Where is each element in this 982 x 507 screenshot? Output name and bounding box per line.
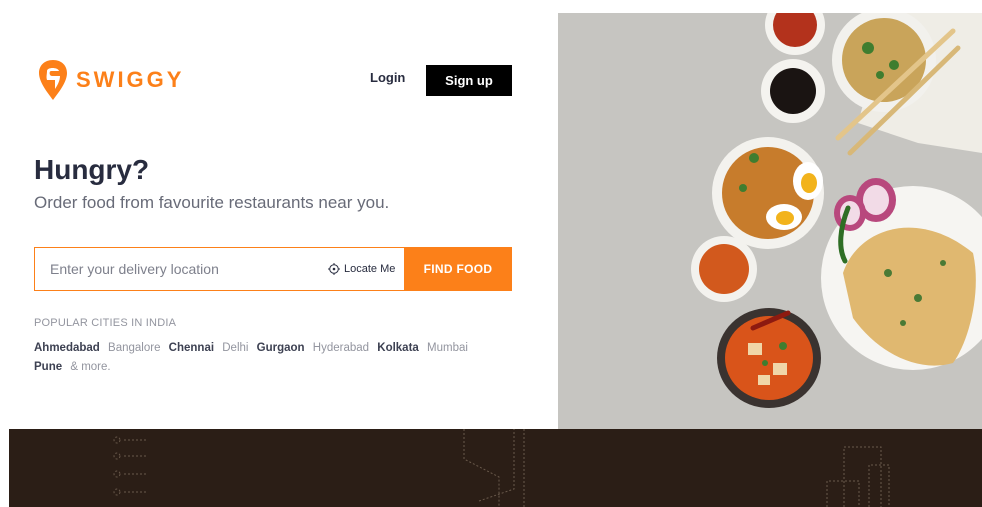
more-cities-link[interactable]: & more.: [70, 361, 110, 373]
hero-section: SWIGGY Login Sign up Hungry? Order food …: [0, 0, 558, 429]
swiggy-logo[interactable]: SWIGGY: [38, 59, 184, 101]
login-link[interactable]: Login: [370, 70, 405, 85]
popular-cities-list: Ahmedabad Bangalore Chennai Delhi Gurgao…: [34, 339, 474, 377]
city-link-delhi[interactable]: Delhi: [222, 342, 248, 354]
city-link-mumbai[interactable]: Mumbai: [427, 342, 468, 354]
footer-line-art: [113, 429, 890, 507]
city-link-kolkata[interactable]: Kolkata: [377, 342, 419, 354]
swiggy-logo-icon: [39, 60, 67, 100]
brand-name: SWIGGY: [76, 67, 185, 92]
signup-button[interactable]: Sign up: [426, 65, 512, 96]
locate-me-button[interactable]: Locate Me: [328, 263, 395, 275]
city-link-pune[interactable]: Pune: [34, 361, 62, 373]
city-link-ahmedabad[interactable]: Ahmedabad: [34, 342, 100, 354]
city-link-gurgaon[interactable]: Gurgaon: [257, 342, 305, 354]
food-illustration: [558, 13, 982, 429]
popular-cities-title: POPULAR CITIES IN INDIA: [34, 317, 177, 329]
location-search: Locate Me: [34, 247, 404, 291]
city-link-hyderabad[interactable]: Hyderabad: [313, 342, 369, 354]
page-title: Hungry?: [34, 154, 150, 185]
crosshair-icon: [328, 263, 340, 275]
food-photo: [558, 13, 982, 429]
delivery-location-input[interactable]: [35, 247, 322, 291]
city-link-chennai[interactable]: Chennai: [169, 342, 214, 354]
find-food-button[interactable]: FIND FOOD: [404, 247, 512, 291]
city-link-bangalore[interactable]: Bangalore: [108, 342, 160, 354]
page-subtitle: Order food from favourite restaurants ne…: [34, 193, 390, 212]
footer-decoration: [9, 429, 982, 507]
locate-me-label: Locate Me: [344, 263, 396, 275]
